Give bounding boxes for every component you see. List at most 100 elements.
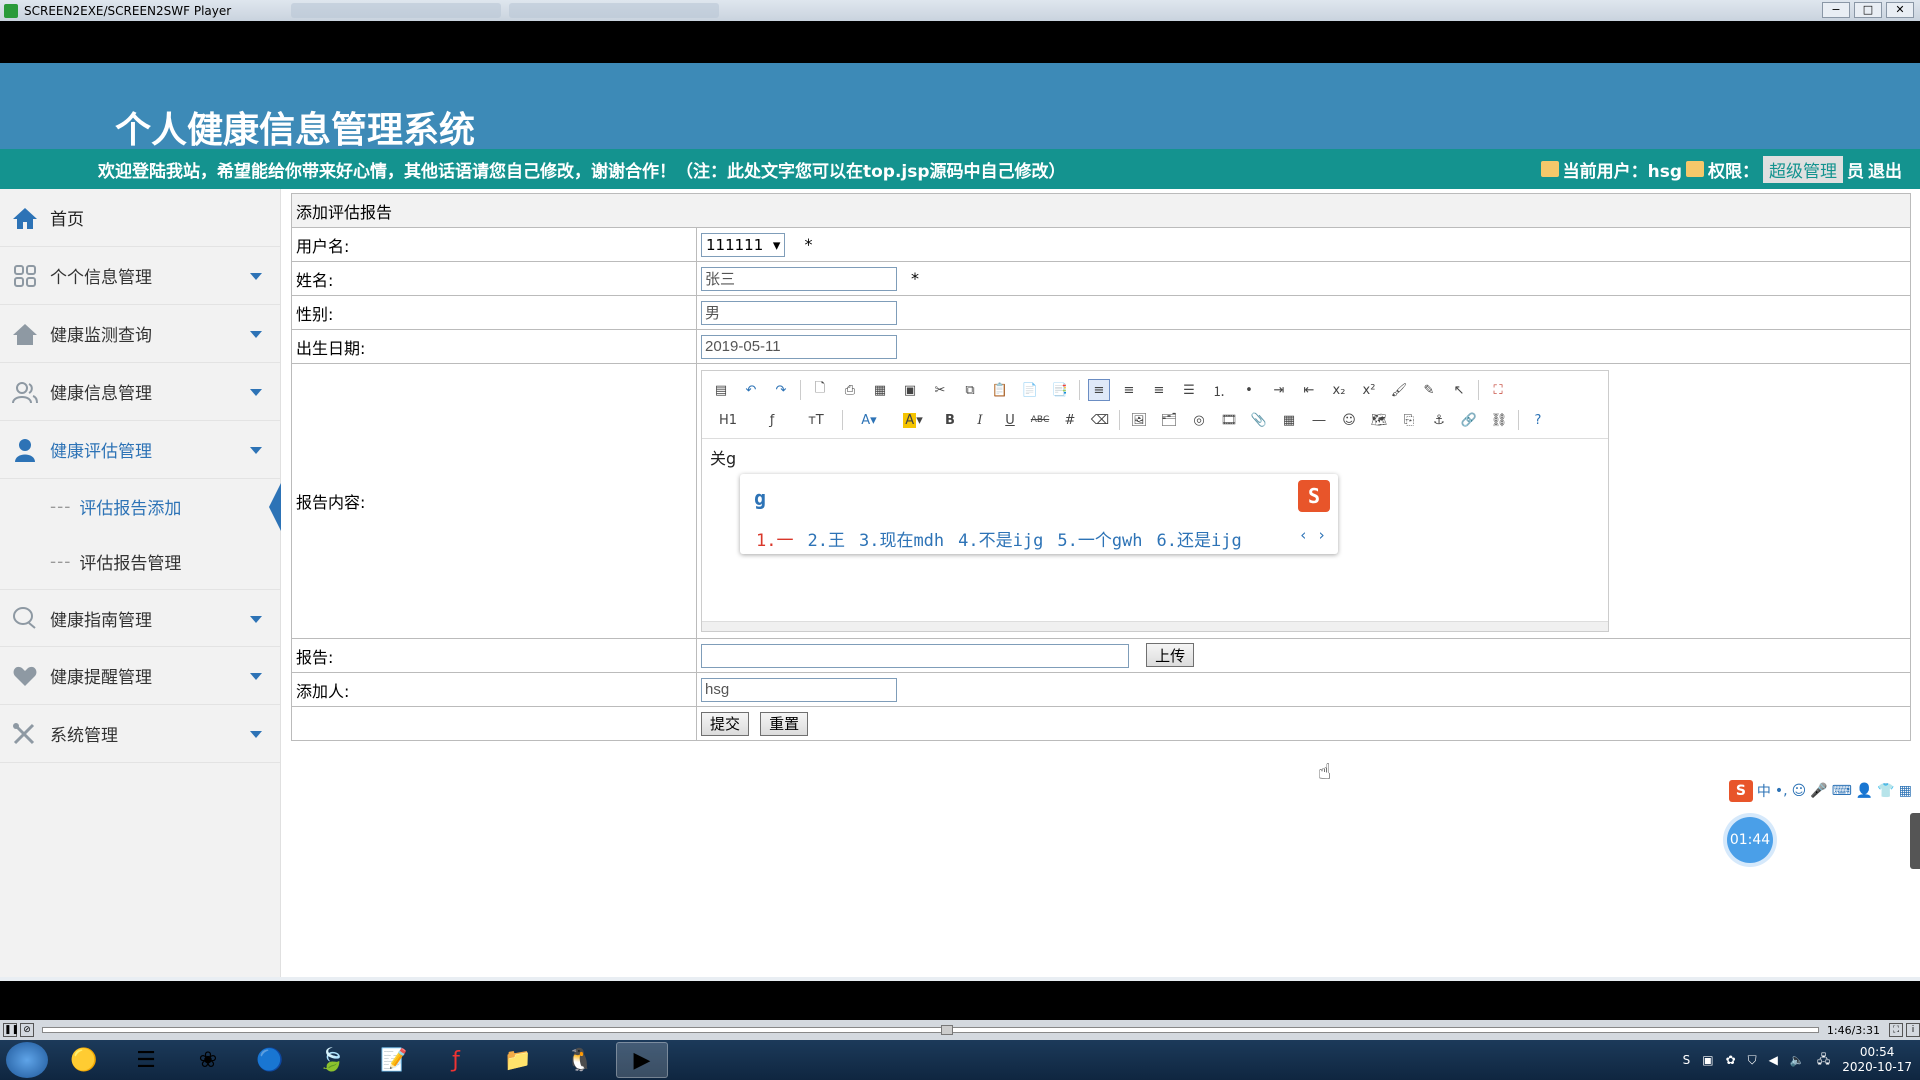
cut-icon[interactable]: ✂ (929, 379, 951, 401)
table-icon[interactable]: ▦ (1278, 409, 1300, 431)
unordered-list-icon[interactable]: • (1238, 379, 1260, 401)
sidebar-item-guide[interactable]: 健康指南管理 (0, 589, 280, 647)
name-field[interactable] (701, 266, 897, 291)
player-app-icon[interactable]: ▶ (616, 1042, 668, 1078)
indent-icon[interactable]: ⇥ (1268, 379, 1290, 401)
preview-icon[interactable]: 🗋 (809, 379, 831, 401)
link-icon[interactable]: 🔗 (1458, 409, 1480, 431)
ordered-list-icon[interactable]: ⒈ (1208, 379, 1230, 401)
sidebar-item-health-info[interactable]: 健康信息管理 (0, 363, 280, 421)
redo-icon[interactable]: ↷ (770, 379, 792, 401)
maximize-button[interactable]: □ (1854, 2, 1882, 18)
hr-icon[interactable]: ― (1308, 409, 1330, 431)
flash-player-icon[interactable]: ƒ (430, 1042, 482, 1078)
ime-mode-icon[interactable]: 中 (1757, 781, 1771, 801)
shield-icon[interactable]: ⛉ (1748, 1053, 1757, 1068)
adder-field[interactable] (701, 677, 897, 702)
clock[interactable]: 00:54 2020-10-17 (1842, 1045, 1912, 1075)
ime-candidate[interactable]: 5.一个gwh (1057, 526, 1142, 551)
stop-icon[interactable]: ⊘ (20, 1023, 34, 1037)
editor-resize-bar[interactable] (702, 621, 1608, 631)
paste-text-icon[interactable]: 📄 (1019, 379, 1041, 401)
punctuation-icon[interactable]: •, (1775, 783, 1788, 799)
sidebar-item-personal[interactable]: 个个信息管理 (0, 247, 280, 305)
sidebar-subitem-manage-report[interactable]: --- 评估报告管理 (0, 534, 280, 589)
report-file-field[interactable] (701, 644, 1129, 668)
multi-image-icon[interactable]: 🗂 (1158, 409, 1180, 431)
sidebar-item-system[interactable]: 系统管理 (0, 705, 280, 763)
submit-button[interactable]: 提交 (701, 711, 750, 736)
browser-icon[interactable]: 🔵 (244, 1042, 296, 1078)
chrome-icon[interactable]: 🟡 (58, 1042, 110, 1078)
seek-bar[interactable] (42, 1025, 1819, 1035)
emoji-icon[interactable]: ☺ (1792, 783, 1807, 799)
undo-icon[interactable]: ↶ (740, 379, 762, 401)
eraser-icon[interactable]: ⌫ (1089, 409, 1111, 431)
help-icon[interactable]: ? (1527, 409, 1549, 431)
unlink-icon[interactable]: ⛓ (1488, 409, 1510, 431)
ime-candidate[interactable]: 1.一 (756, 526, 793, 551)
sogou-ime-icon[interactable]: S (1728, 780, 1753, 802)
media-icon[interactable]: 🎞 (1218, 409, 1240, 431)
font-color-icon[interactable]: A▾ (851, 409, 887, 431)
copy-icon[interactable]: ⧉ (959, 379, 981, 401)
birth-date-field[interactable] (701, 334, 897, 359)
align-center-icon[interactable]: ≡ (1118, 379, 1140, 401)
font-size-dropdown[interactable]: тT (798, 409, 834, 431)
sidebar-item-assessment[interactable]: 健康评估管理 (0, 421, 280, 479)
start-button[interactable] (6, 1042, 48, 1078)
fullscreen-icon[interactable]: ⛶ (1889, 1023, 1903, 1037)
grid-menu-icon[interactable]: ▦ (1899, 783, 1912, 799)
ime-page-nav-icon[interactable]: ‹ › (1299, 526, 1326, 544)
logout-link[interactable]: 退出 (1868, 157, 1902, 182)
bold-icon[interactable]: B (939, 409, 961, 431)
select-all-icon[interactable]: ✎ (1418, 379, 1440, 401)
image-icon[interactable]: 🖼 (1128, 409, 1150, 431)
map-icon[interactable]: 🗺 (1368, 409, 1390, 431)
network-tray-icon[interactable]: 🖧 (1817, 1050, 1830, 1071)
gender-field[interactable] (701, 300, 897, 325)
sidebar-item-monitoring[interactable]: 健康监测查询 (0, 305, 280, 363)
ime-candidate[interactable]: 2.王 (807, 526, 844, 551)
subscript-icon[interactable]: x₂ (1328, 379, 1350, 401)
user-ime-icon[interactable]: 👤 (1856, 783, 1873, 799)
notepad-icon[interactable]: 📝 (368, 1042, 420, 1078)
justify-icon[interactable]: ☰ (1178, 379, 1200, 401)
align-right-icon[interactable]: ≡ (1148, 379, 1170, 401)
ime-candidate[interactable]: 3.现在mdh (859, 526, 944, 551)
italic-icon[interactable]: I (969, 409, 991, 431)
source-icon[interactable]: ▤ (710, 379, 732, 401)
mic-icon[interactable]: 🎤 (1810, 783, 1827, 799)
editor-content[interactable]: 关g (702, 439, 1608, 475)
ime-candidate[interactable]: 4.不是ijg (958, 526, 1043, 551)
outdent-icon[interactable]: ⇤ (1298, 379, 1320, 401)
superscript-icon[interactable]: x² (1358, 379, 1380, 401)
keyboard-icon[interactable]: ⌨ (1832, 783, 1852, 799)
tray-icon[interactable]: ✿ (1726, 1053, 1736, 1067)
strikethrough-icon[interactable]: ABC (1029, 409, 1051, 431)
close-button[interactable]: ✕ (1886, 2, 1914, 18)
ime-candidate[interactable]: 6.还是ijg (1157, 526, 1242, 551)
sidebar-item-home[interactable]: 首页 (0, 189, 280, 247)
volume-icon[interactable]: 🔈 (1790, 1053, 1805, 1067)
reset-button[interactable]: 重置 (760, 711, 809, 736)
folder-icon[interactable]: 📁 (492, 1042, 544, 1078)
code-icon[interactable]: ▣ (899, 379, 921, 401)
upload-button[interactable]: 上传 (1146, 643, 1195, 667)
emoticon-icon[interactable]: ☺ (1338, 409, 1360, 431)
sidebar-item-reminder[interactable]: 健康提醒管理 (0, 647, 280, 705)
highlight-color-icon[interactable]: A ▾ (895, 409, 931, 431)
minimize-button[interactable]: − (1822, 2, 1850, 18)
clear-format-icon[interactable]: 🖌 (1388, 379, 1410, 401)
heading-dropdown[interactable]: H1 (710, 409, 746, 431)
skin-icon[interactable]: 👕 (1877, 783, 1894, 799)
print-icon[interactable]: ⎙ (839, 379, 861, 401)
anchor-icon[interactable]: ⚓ (1428, 409, 1450, 431)
pause-icon[interactable]: ❚❚ (3, 1023, 19, 1037)
pointer-icon[interactable]: ↖ (1448, 379, 1470, 401)
sidebar-subitem-add-report[interactable]: --- 评估报告添加 (0, 479, 281, 534)
paste-icon[interactable]: 📋 (989, 379, 1011, 401)
pagebreak-icon[interactable]: ⎘ (1398, 409, 1420, 431)
font-family-dropdown[interactable]: ƒ (754, 409, 790, 431)
underline-icon[interactable]: U (999, 409, 1021, 431)
